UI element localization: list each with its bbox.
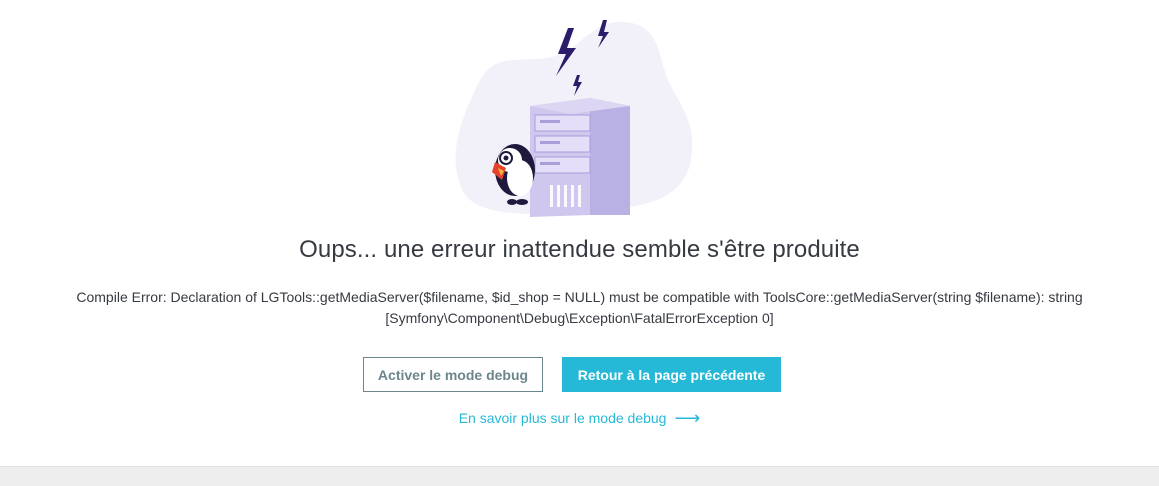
page-title: Oups... une erreur inattendue semble s'ê… bbox=[299, 236, 860, 263]
error-illustration bbox=[440, 10, 710, 225]
learn-more-debug-link[interactable]: En savoir plus sur le mode debug ⟶ bbox=[0, 408, 1159, 429]
learn-more-label[interactable]: En savoir plus sur le mode debug bbox=[459, 410, 667, 426]
error-message: Compile Error: Declaration of LGTools::g… bbox=[30, 287, 1129, 329]
error-message-line: Compile Error: Declaration of LGTools::g… bbox=[76, 289, 1083, 305]
server-icon bbox=[530, 98, 630, 217]
error-exception-line: [Symfony\Component\Debug\Exception\Fatal… bbox=[385, 310, 774, 326]
back-to-previous-page-button[interactable]: Retour à la page précédente bbox=[562, 357, 781, 392]
error-page: Oups... une erreur inattendue semble s'ê… bbox=[0, 0, 1159, 466]
page-footer-band bbox=[0, 466, 1159, 486]
arrow-right-icon[interactable]: ⟶ bbox=[674, 408, 700, 429]
enable-debug-button[interactable]: Activer le mode debug bbox=[363, 357, 543, 392]
